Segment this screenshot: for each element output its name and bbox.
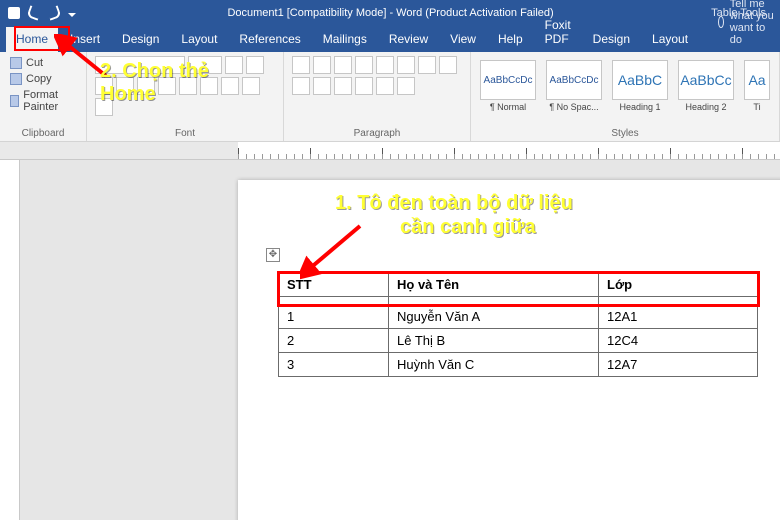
italic-button[interactable]: [116, 77, 134, 95]
redo-icon[interactable]: [46, 5, 61, 20]
sort-button[interactable]: [397, 56, 415, 74]
style-normal[interactable]: AaBbCcDc ¶ Normal: [479, 60, 537, 112]
window-title: Document1 [Compatibility Mode] - Word (P…: [84, 7, 697, 19]
quick-access-toolbar: [0, 7, 84, 19]
ruler-vertical[interactable]: [0, 160, 20, 520]
underline-button[interactable]: [137, 77, 155, 95]
document-canvas[interactable]: ✥ STT Họ và Tên Lớp 1 Nguyễn Văn A 12A1: [20, 160, 780, 520]
tab-mailings[interactable]: Mailings: [313, 27, 377, 52]
tab-insert[interactable]: Insert: [60, 27, 110, 52]
cut-button[interactable]: Cut: [8, 56, 78, 70]
tab-home[interactable]: Home: [6, 27, 58, 52]
tab-design[interactable]: Design: [112, 27, 169, 52]
justify-button[interactable]: [334, 77, 352, 95]
ribbon: Cut Copy Format Painter Clipboard Font: [0, 52, 780, 142]
superscript-button[interactable]: [200, 77, 218, 95]
align-center-button[interactable]: [292, 77, 310, 95]
style-heading2[interactable]: AaBbCc Heading 2: [677, 60, 735, 112]
group-label-paragraph: Paragraph: [292, 126, 462, 139]
save-icon[interactable]: [8, 7, 20, 19]
numbering-button[interactable]: [313, 56, 331, 74]
page: ✥ STT Họ và Tên Lớp 1 Nguyễn Văn A 12A1: [238, 180, 780, 520]
align-left-button[interactable]: [439, 56, 457, 74]
line-spacing-button[interactable]: [355, 77, 373, 95]
scissors-icon: [10, 57, 22, 69]
lightbulb-icon: [718, 16, 724, 28]
header-name[interactable]: Họ và Tên: [389, 273, 599, 297]
group-label-styles: Styles: [479, 126, 771, 139]
header-stt[interactable]: STT: [279, 273, 389, 297]
group-font: Font: [87, 52, 284, 141]
font-size-dropdown[interactable]: [188, 56, 222, 74]
tab-help[interactable]: Help: [488, 27, 533, 52]
data-table[interactable]: STT Họ và Tên Lớp 1 Nguyễn Văn A 12A1 2 …: [278, 272, 758, 377]
group-label-clipboard: Clipboard: [8, 126, 78, 139]
table-row[interactable]: 3 Huỳnh Văn C 12A7: [279, 353, 758, 377]
group-styles: AaBbCcDc ¶ Normal AaBbCcDc ¶ No Spac... …: [471, 52, 780, 141]
show-marks-button[interactable]: [418, 56, 436, 74]
tab-table-layout[interactable]: Layout: [642, 27, 698, 52]
tab-references[interactable]: References: [229, 27, 310, 52]
title-bar: Document1 [Compatibility Mode] - Word (P…: [0, 0, 780, 26]
tab-review[interactable]: Review: [379, 27, 438, 52]
tell-me-placeholder: Tell me what you want to do: [730, 0, 780, 46]
table-row[interactable]: 1 Nguyễn Văn A 12A1: [279, 305, 758, 329]
align-right-button[interactable]: [313, 77, 331, 95]
tell-me-search[interactable]: Tell me what you want to do: [718, 0, 780, 52]
tab-view[interactable]: View: [440, 27, 486, 52]
tab-table-design[interactable]: Design: [583, 27, 640, 52]
copy-button[interactable]: Copy: [8, 72, 78, 86]
bold-button[interactable]: [95, 77, 113, 95]
grow-font-button[interactable]: [225, 56, 243, 74]
style-title[interactable]: Aa Ti: [743, 60, 771, 112]
ribbon-tabs: Home Insert Design Layout References Mai…: [0, 26, 780, 52]
table-move-handle[interactable]: ✥: [266, 248, 280, 262]
text-effects-button[interactable]: [221, 77, 239, 95]
increase-indent-button[interactable]: [376, 56, 394, 74]
header-class[interactable]: Lớp: [599, 273, 758, 297]
shrink-font-button[interactable]: [246, 56, 264, 74]
font-color-button[interactable]: [95, 98, 113, 116]
ruler-horizontal[interactable]: [0, 142, 780, 160]
table-header-row[interactable]: STT Họ và Tên Lớp: [279, 273, 758, 297]
qat-dropdown-icon[interactable]: [68, 13, 76, 17]
font-family-dropdown[interactable]: [95, 56, 185, 74]
group-paragraph: Paragraph: [284, 52, 471, 141]
undo-icon[interactable]: [26, 5, 41, 20]
highlight-button[interactable]: [242, 77, 260, 95]
tab-layout[interactable]: Layout: [171, 27, 227, 52]
shading-button[interactable]: [376, 77, 394, 95]
bullets-button[interactable]: [292, 56, 310, 74]
style-no-spacing[interactable]: AaBbCcDc ¶ No Spac...: [545, 60, 603, 112]
style-heading1[interactable]: AaBbC Heading 1: [611, 60, 669, 112]
table-subheader-row[interactable]: [279, 297, 758, 305]
copy-icon: [10, 73, 22, 85]
group-clipboard: Cut Copy Format Painter Clipboard: [0, 52, 87, 141]
tab-foxit-pdf[interactable]: Foxit PDF: [535, 13, 581, 52]
format-painter-button[interactable]: Format Painter: [8, 88, 78, 114]
subscript-button[interactable]: [179, 77, 197, 95]
borders-button[interactable]: [397, 77, 415, 95]
table-row[interactable]: 2 Lê Thị B 12C4: [279, 329, 758, 353]
multilevel-button[interactable]: [334, 56, 352, 74]
paintbrush-icon: [10, 95, 19, 107]
strike-button[interactable]: [158, 77, 176, 95]
decrease-indent-button[interactable]: [355, 56, 373, 74]
group-label-font: Font: [95, 126, 275, 139]
